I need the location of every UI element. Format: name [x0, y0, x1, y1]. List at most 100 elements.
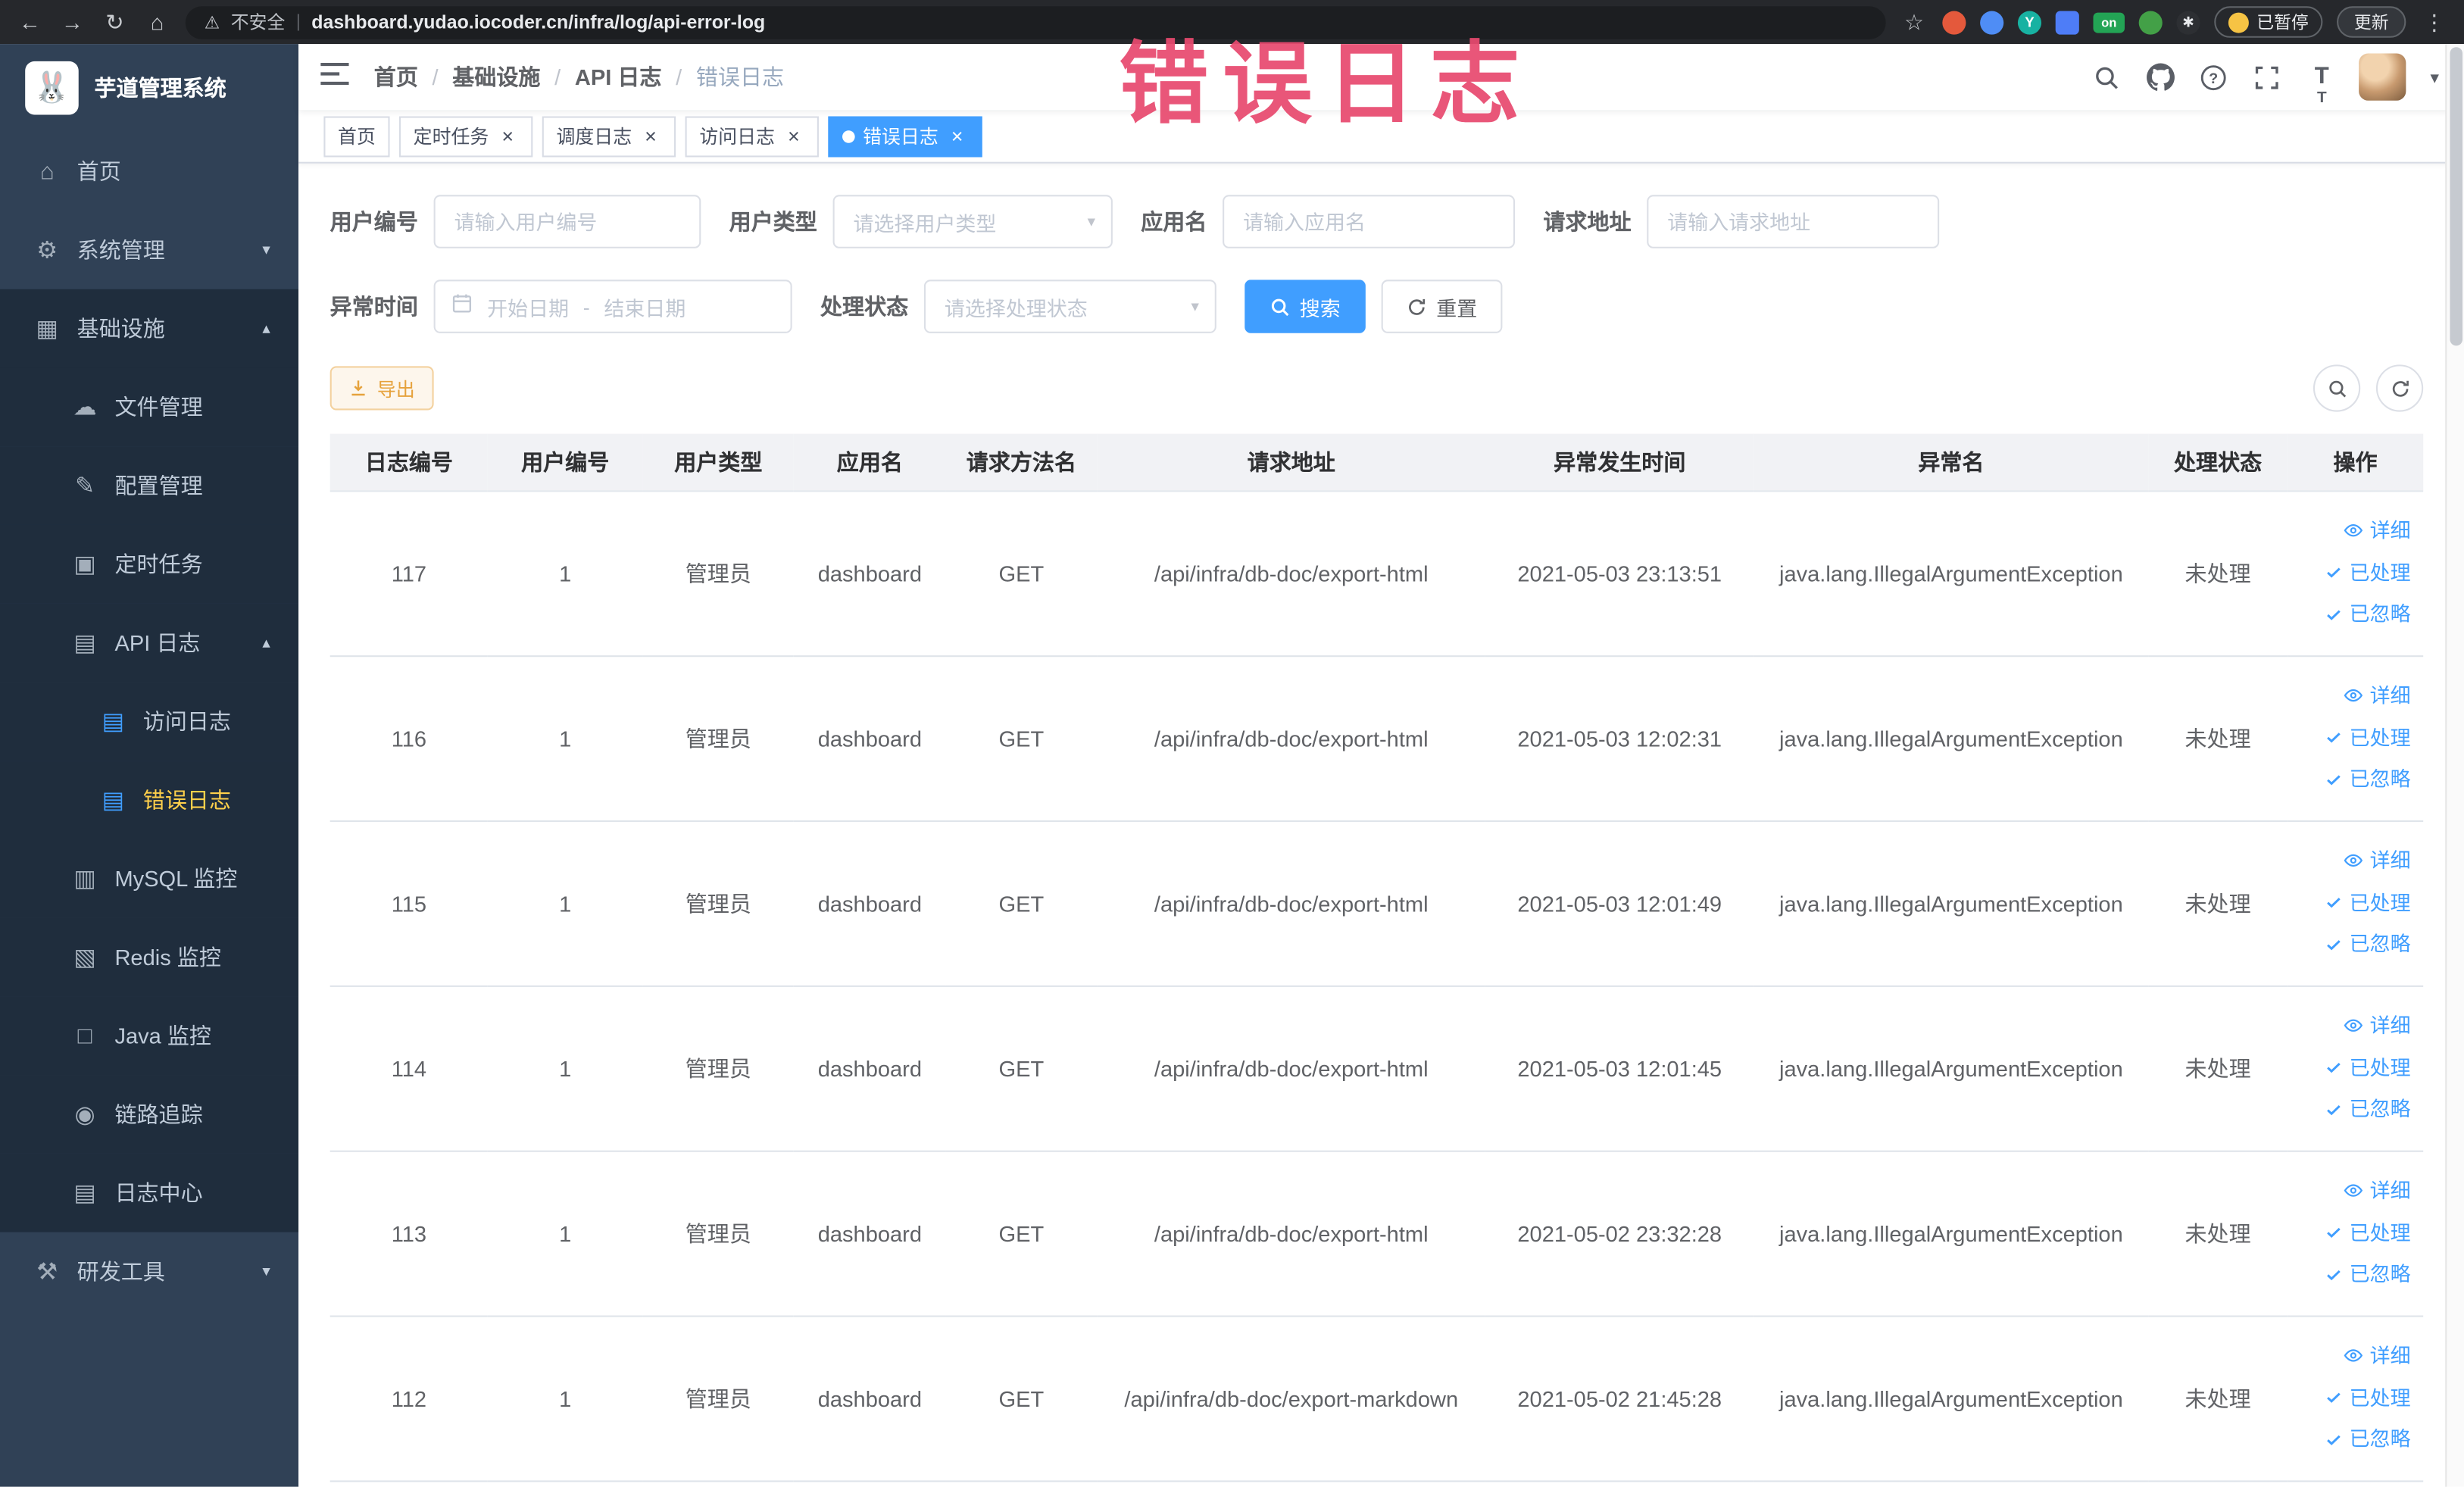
url-bar[interactable]: ⚠ 不安全 | dashboard.yudao.iocoder.cn/infra…: [185, 5, 1886, 39]
action-processed[interactable]: 已处理: [2324, 1377, 2411, 1417]
user-avatar[interactable]: [2359, 53, 2407, 101]
user-id-input[interactable]: [433, 195, 701, 248]
cell-id: 113: [329, 1150, 489, 1317]
column-header: 用户类型: [642, 433, 795, 492]
tab-访问日志[interactable]: 访问日志 ×: [685, 115, 820, 157]
close-icon[interactable]: ×: [946, 125, 968, 147]
sidebar-item-Java 监控[interactable]: □ Java 监控: [0, 996, 299, 1076]
action-ignored[interactable]: 已忽略: [2324, 924, 2411, 964]
sidebar-item-访问日志[interactable]: ▤ 访问日志: [0, 682, 299, 761]
tab-定时任务[interactable]: 定时任务 ×: [399, 115, 533, 157]
date-range-picker[interactable]: 开始日期 - 结束日期: [433, 280, 792, 333]
sidebar-item-Redis 监控[interactable]: ▧ Redis 监控: [0, 917, 299, 997]
sidebar-item-系统管理[interactable]: ⚙ 系统管理 ▾: [0, 211, 298, 289]
sidebar-item-API 日志[interactable]: ▤ API 日志 ▴: [0, 603, 299, 683]
browser-menu-dots-icon[interactable]: ⋮: [2420, 8, 2448, 35]
search-icon[interactable]: [2092, 62, 2122, 92]
sidebar-item-日志中心[interactable]: ▤ 日志中心: [0, 1153, 299, 1232]
sidebar-item-基础设施[interactable]: ▦ 基础设施 ▴: [0, 289, 299, 368]
hamburger-icon[interactable]: [320, 61, 351, 92]
cell-user_type: 管理员: [642, 1315, 795, 1482]
cell-app: dashboard: [794, 985, 946, 1151]
forward-icon[interactable]: →: [58, 9, 86, 34]
extension-icon[interactable]: ✱: [2176, 10, 2200, 34]
cell-user_id: 1: [488, 490, 643, 657]
cell-url: /api/infra/db-doc/export-html: [1097, 985, 1486, 1151]
action-detail[interactable]: 详细: [2343, 675, 2411, 714]
home-icon[interactable]: ⌂: [143, 9, 171, 34]
reload-icon[interactable]: ↻: [101, 8, 129, 35]
sidebar-item-链路追踪[interactable]: ◉ 链路追踪: [0, 1075, 299, 1154]
user-menu-chevron-down-icon[interactable]: ▾: [2430, 67, 2438, 87]
action-processed[interactable]: 已处理: [2324, 1213, 2411, 1252]
app-logo[interactable]: 🐰 芋道管理系统: [0, 44, 298, 132]
cell-exception: java.lang.IllegalArgumentException: [1754, 490, 2149, 657]
extension-on-badge-icon[interactable]: on: [2093, 11, 2125, 33]
back-icon[interactable]: ←: [16, 9, 44, 34]
github-icon[interactable]: [2146, 62, 2175, 92]
action-processed[interactable]: 已处理: [2324, 717, 2411, 757]
action-ignored[interactable]: 已忽略: [2324, 1089, 2411, 1129]
process-status-select[interactable]: 请选择处理状态 ▾: [923, 280, 1216, 333]
toggle-search-button[interactable]: [2313, 364, 2361, 412]
refresh-button[interactable]: [2375, 364, 2424, 412]
close-icon[interactable]: ×: [640, 125, 662, 147]
action-detail[interactable]: 详细: [2343, 510, 2411, 549]
help-icon[interactable]: ?: [2199, 62, 2228, 92]
action-processed[interactable]: 已处理: [2324, 1048, 2411, 1087]
action-detail[interactable]: 详细: [2343, 1335, 2411, 1374]
action-ignored[interactable]: 已忽略: [2324, 759, 2411, 798]
sidebar-item-错误日志[interactable]: ▤ 错误日志: [0, 761, 299, 839]
action-processed[interactable]: 已处理: [2324, 552, 2411, 592]
action-detail[interactable]: 详细: [2343, 1170, 2411, 1210]
profile-paused-chip[interactable]: 已暂停: [2214, 6, 2323, 38]
table-row: 115 1 管理员 dashboard GET/api/infra/db-doc/exp…: [329, 820, 2424, 986]
scrollbar-thumb[interactable]: [2450, 47, 2463, 346]
font-size-icon[interactable]: TT: [2306, 62, 2336, 106]
gear-icon: ⚙: [36, 237, 58, 264]
sidebar-item-首页[interactable]: ⌂ 首页: [0, 132, 298, 211]
end-date-placeholder: 结束日期: [604, 296, 686, 320]
user-type-select[interactable]: 请选择用户类型 ▾: [832, 195, 1113, 248]
chrome-update-button[interactable]: 更新: [2337, 6, 2406, 38]
reset-button[interactable]: 重置: [1381, 280, 1503, 333]
tab-调度日志[interactable]: 调度日志 ×: [542, 115, 676, 157]
fullscreen-icon[interactable]: [2253, 62, 2282, 92]
cell-time: 2021-05-03 12:02:31: [1485, 655, 1754, 822]
filter-row-2: 异常时间 开始日期 - 结束日期 处理状态 请选择处理状态 ▾ 搜索 重置: [330, 280, 2424, 333]
search-button[interactable]: 搜索: [1244, 280, 1366, 333]
sidebar-item-MySQL 监控[interactable]: ▥ MySQL 监控: [0, 839, 299, 918]
extension-icon[interactable]: [1942, 10, 1966, 34]
process-status-label: 处理状态: [820, 293, 909, 320]
bookmark-star-icon[interactable]: ☆: [1900, 8, 1928, 35]
extension-icon[interactable]: [2055, 10, 2079, 34]
close-icon[interactable]: ×: [497, 125, 519, 147]
cell-actions: 详细 已处理 已忽略: [2287, 1150, 2424, 1317]
breadcrumb-item[interactable]: 首页: [374, 61, 418, 92]
export-button[interactable]: 导出: [329, 366, 434, 411]
sidebar-item-文件管理[interactable]: ☁ 文件管理: [0, 367, 299, 447]
action-ignored[interactable]: 已忽略: [2324, 1419, 2411, 1458]
extension-icon[interactable]: Y: [2017, 10, 2042, 34]
sidebar-item-研发工具[interactable]: ⚒ 研发工具 ▾: [0, 1232, 298, 1311]
close-icon[interactable]: ×: [782, 125, 804, 147]
app-name-input[interactable]: [1223, 195, 1516, 248]
document-icon: ▤: [101, 708, 125, 736]
tab-首页[interactable]: 首页: [323, 115, 390, 157]
sidebar-item-定时任务[interactable]: ▣ 定时任务: [0, 524, 299, 604]
breadcrumb-item[interactable]: API 日志: [575, 61, 662, 92]
action-detail[interactable]: 详细: [2343, 840, 2411, 879]
sidebar-item-配置管理[interactable]: ✎ 配置管理: [0, 446, 299, 525]
tab-错误日志[interactable]: 错误日志 ×: [828, 115, 982, 157]
breadcrumb-separator: /: [432, 64, 439, 90]
action-detail[interactable]: 详细: [2343, 1005, 2411, 1045]
screen: ← → ↻ ⌂ ⚠ 不安全 | dashboard.yudao.iocoder.…: [0, 0, 2464, 1487]
extension-icon[interactable]: [2138, 10, 2163, 34]
breadcrumb-item[interactable]: 基础设施: [452, 61, 540, 92]
action-ignored[interactable]: 已忽略: [2324, 594, 2411, 633]
action-ignored[interactable]: 已忽略: [2324, 1254, 2411, 1294]
action-processed[interactable]: 已处理: [2324, 883, 2411, 922]
request-url-input[interactable]: [1647, 195, 1940, 248]
extension-icon[interactable]: [1980, 10, 2004, 34]
cell-app: dashboard: [794, 1150, 946, 1317]
